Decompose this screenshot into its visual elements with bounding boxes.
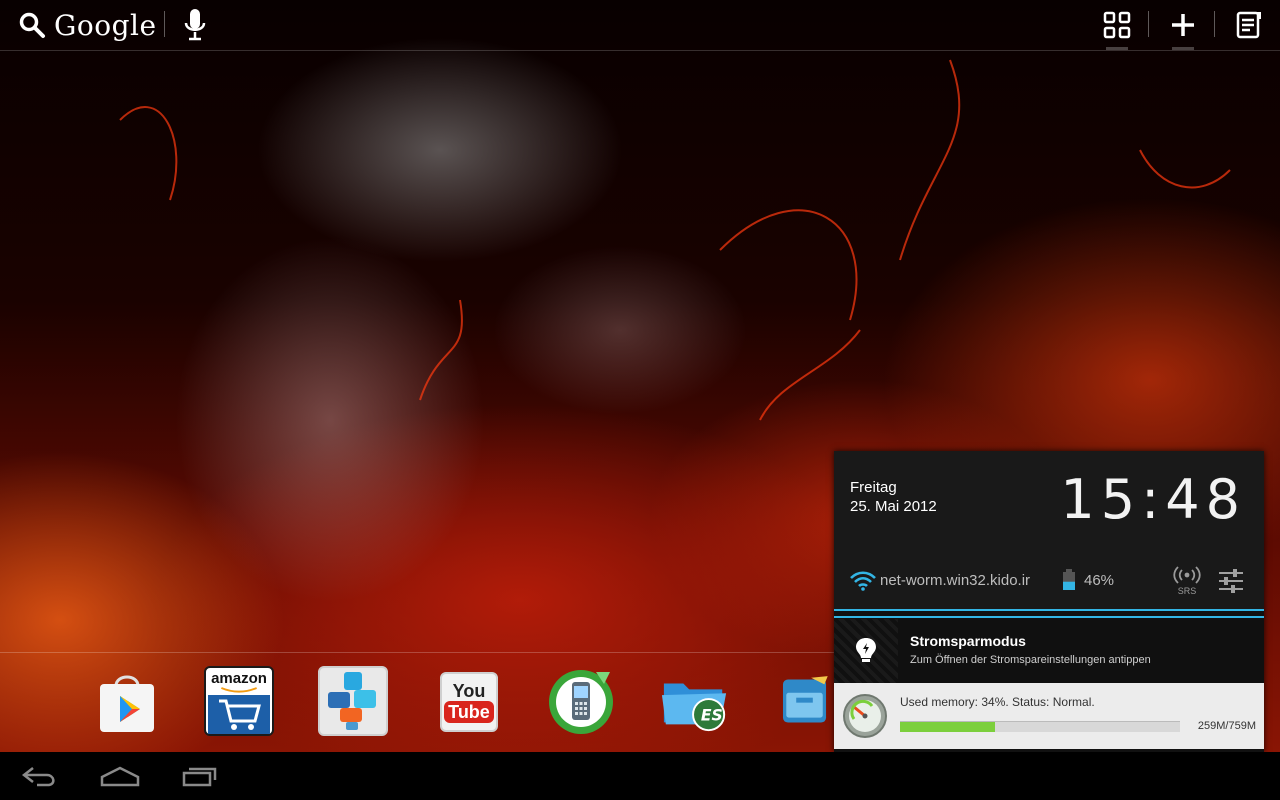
divider <box>1214 11 1215 37</box>
dock-divider <box>0 652 836 653</box>
power-saving-icon-area <box>834 619 898 683</box>
power-saving-notification[interactable]: Stromsparmodus Zum Öffnen der Stromspare… <box>834 619 1264 683</box>
top-bar: Google <box>0 0 1280 51</box>
battery-percentage: 46% <box>1084 572 1115 589</box>
divider <box>834 616 1264 618</box>
amazon-app-icon[interactable]: amazon <box>204 666 274 736</box>
button-underline <box>1172 47 1194 50</box>
amazon-logo-text: amazon <box>211 670 267 687</box>
srs-label: SRS <box>1177 586 1197 596</box>
apps-grid-icon <box>1103 11 1131 39</box>
network-name: net-worm.win32.kido.ir <box>880 572 1031 589</box>
svg-text:ES: ES <box>701 706 723 724</box>
partial-app-icon[interactable] <box>778 666 836 736</box>
power-saving-subtitle: Zum Öffnen der Stromspareinstellungen an… <box>910 654 1151 666</box>
home-button[interactable] <box>90 760 150 792</box>
memory-bar <box>900 721 1180 732</box>
divider <box>834 609 1264 611</box>
power-saving-title: Stromsparmodus <box>910 633 1026 649</box>
blue-box-icon <box>782 676 828 723</box>
youtube-app-icon[interactable]: You Tube <box>440 672 498 732</box>
recent-apps-button[interactable] <box>170 760 230 792</box>
youtube-tube-text: Tube <box>444 701 494 723</box>
play-store-bag-icon <box>100 675 154 732</box>
amazon-cart-background <box>208 694 270 734</box>
settings-sliders-icon <box>1219 569 1243 593</box>
quick-settings-button[interactable] <box>1218 569 1244 597</box>
colorful-cross-icon <box>328 672 376 730</box>
navigation-bar <box>0 752 1280 800</box>
srs-audio-toggle[interactable]: SRS <box>1170 565 1204 599</box>
notification-header[interactable]: Freitag 25. Mai 2012 15:48 net-worm.win3… <box>834 451 1264 609</box>
google-search-button[interactable]: Google <box>18 0 157 50</box>
voice-search-button[interactable] <box>182 0 208 50</box>
amazon-smile-icon <box>220 687 258 693</box>
date-label: 25. Mai 2012 <box>850 498 937 515</box>
memory-gauge-icon <box>843 694 887 738</box>
phone-sync-icon <box>549 670 613 734</box>
divider <box>164 11 165 37</box>
notes-menu-icon <box>1236 11 1261 39</box>
day-label: Freitag <box>850 479 897 496</box>
phone-app-icon[interactable] <box>546 666 616 736</box>
shopping-cart-icon <box>219 699 261 731</box>
all-apps-button[interactable] <box>1100 0 1134 50</box>
battery-icon <box>1063 569 1075 590</box>
google-search-label: Google <box>54 8 157 42</box>
back-button[interactable] <box>10 760 70 792</box>
memory-size: 259M/759M <box>1197 720 1256 732</box>
app-icon-plus-cross[interactable] <box>318 666 388 736</box>
menu-button[interactable] <box>1232 0 1266 50</box>
memory-bar-fill <box>900 722 996 732</box>
back-arrow-icon <box>21 767 55 787</box>
file-manager-app-icon[interactable]: ES <box>660 666 730 736</box>
wifi-icon <box>850 571 876 591</box>
add-widget-button[interactable] <box>1166 0 1200 50</box>
status-row: net-worm.win32.kido.ir 46% SRS <box>834 559 1264 603</box>
youtube-you-text: You <box>452 681 486 701</box>
divider <box>1148 11 1149 37</box>
recent-apps-icon <box>182 767 217 787</box>
plus-icon <box>1172 14 1194 36</box>
clock: 15:48 <box>1060 468 1246 531</box>
memory-notification[interactable]: Used memory: 34%. Status: Normal. 259M/7… <box>834 683 1264 749</box>
play-store-app-icon[interactable] <box>92 666 162 736</box>
lightbulb-icon <box>856 638 876 662</box>
microphone-icon <box>184 9 206 41</box>
folder-icon: ES <box>661 683 727 732</box>
home-icon <box>100 766 140 787</box>
button-underline <box>1106 47 1128 50</box>
notification-panel: Freitag 25. Mai 2012 15:48 net-worm.win3… <box>834 451 1264 752</box>
srs-broadcast-icon <box>1173 566 1201 584</box>
search-icon <box>19 12 45 38</box>
memory-status: Used memory: 34%. Status: Normal. <box>900 695 1095 709</box>
